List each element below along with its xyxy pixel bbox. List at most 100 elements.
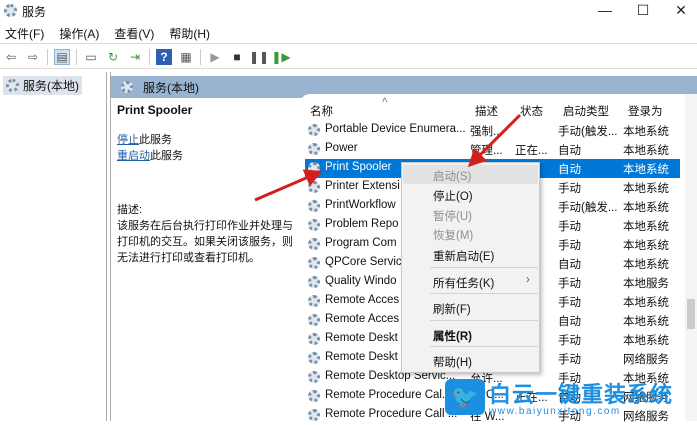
back-icon[interactable]: ⇦ [3, 49, 19, 65]
divider [430, 267, 538, 268]
service-log-on-as: 本地系统 [623, 145, 669, 157]
divider [430, 346, 538, 347]
service-gear-icon [308, 409, 320, 421]
properties-icon[interactable]: ▭ [83, 49, 99, 65]
service-startup-type: 手动(触发... [558, 202, 618, 214]
tree-item-label: 服务(本地) [23, 79, 79, 93]
service-startup-type: 自动 [558, 145, 581, 157]
service-gear-icon [308, 371, 320, 383]
menu-help[interactable]: 帮助(H) [169, 25, 210, 42]
service-gear-icon [308, 124, 320, 136]
service-startup-type: 手动(触发... [558, 126, 618, 138]
column-log-on-as[interactable]: 登录为 [628, 103, 663, 119]
service-log-on-as: 本地系统 [623, 316, 669, 328]
context-menu: 启动(S) 停止(O) 暂停(U) 恢复(M) 重新启动(E) 所有任务(K) … [401, 162, 540, 373]
export-icon[interactable]: ⇥ [127, 49, 143, 65]
divider [149, 48, 150, 65]
service-log-on-as: 本地系统 [623, 221, 669, 233]
menu-item-resume[interactable]: 恢复(M) [433, 227, 473, 243]
service-gear-icon [308, 257, 320, 269]
title-bar: 服务 — ☐ ✕ [0, 0, 697, 22]
service-gear-icon [308, 352, 320, 364]
menu-item-stop[interactable]: 停止(O) [433, 188, 473, 204]
services-icon [6, 79, 19, 92]
sort-ascending-icon: ^ [382, 97, 388, 109]
close-button[interactable]: ✕ [666, 0, 696, 22]
menu-view[interactable]: 查看(V) [114, 25, 154, 42]
menu-item-help[interactable]: 帮助(H) [433, 354, 472, 370]
service-startup-type: 手动 [558, 278, 581, 290]
service-log-on-as: 本地服务 [623, 278, 669, 290]
menu-item-pause[interactable]: 暂停(U) [433, 208, 472, 224]
column-name[interactable]: 名称 [310, 103, 333, 119]
menu-item-refresh[interactable]: 刷新(F) [433, 301, 471, 317]
service-startup-type: 手动 [558, 335, 581, 347]
menu-item-properties[interactable]: 属性(R) [433, 328, 472, 344]
vertical-scrollbar[interactable] [685, 94, 697, 421]
refresh-icon[interactable]: ↻ [105, 49, 121, 65]
service-name: Print Spooler [117, 103, 193, 117]
service-description: 强制... [470, 126, 503, 138]
divider [430, 293, 538, 294]
stop-service-icon[interactable]: ■ [229, 49, 245, 65]
submenu-arrow-icon: › [526, 274, 530, 286]
description-text: 该服务在后台执行打印作业并处理与打印机的交互。如果关闭该服务，则无法进行打印或查… [117, 220, 293, 264]
service-startup-type: 自动 [558, 164, 581, 176]
tree-item-services-local[interactable]: 服务(本地) [3, 76, 82, 95]
restart-service-icon[interactable]: ❚▶ [271, 49, 290, 65]
menu-item-start[interactable]: 启动(S) [433, 168, 471, 184]
column-startup-type[interactable]: 启动类型 [563, 103, 609, 119]
service-startup-type: 手动 [558, 354, 581, 366]
service-gear-icon [308, 219, 320, 231]
service-name: Power [325, 142, 358, 154]
service-gear-icon [308, 181, 320, 193]
action-pane-icon[interactable]: ▦ [178, 49, 194, 65]
forward-icon[interactable]: ⇨ [25, 49, 41, 65]
column-description[interactable]: 描述 [475, 103, 498, 119]
service-log-on-as: 本地系统 [623, 126, 669, 138]
scrollbar-thumb[interactable] [687, 299, 695, 329]
service-startup-type: 手动 [558, 221, 581, 233]
service-gear-icon [308, 295, 320, 307]
link-suffix: 此服务 [150, 150, 183, 162]
start-service-icon[interactable]: ▶ [207, 49, 223, 65]
divider [430, 320, 538, 321]
maximize-button[interactable]: ☐ [628, 0, 658, 22]
service-gear-icon [308, 143, 320, 155]
service-log-on-as: 本地系统 [623, 183, 669, 195]
menu-bar: 文件(F) 操作(A) 查看(V) 帮助(H) [0, 23, 697, 44]
watermark-url: www.baiyunxitong.com [489, 406, 621, 417]
watermark-title: 白云一键重装系统 [489, 382, 674, 407]
table-row[interactable]: Power 管理... 正在... 自动 本地系统 [305, 140, 680, 159]
minimize-button[interactable]: — [590, 0, 620, 22]
service-startup-type: 自动 [558, 259, 581, 271]
table-row[interactable]: Portable Device Enumera... 强制... 手动(触发... 本… [305, 121, 680, 140]
service-startup-type: 手动 [558, 183, 581, 195]
service-startup-type: 手动 [558, 297, 581, 309]
service-log-on-as: 本地系统 [623, 164, 669, 176]
divider [47, 48, 48, 65]
service-log-on-as: 本地系统 [623, 202, 669, 214]
column-status[interactable]: 状态 [520, 103, 543, 119]
service-gear-icon [308, 200, 320, 212]
menu-action[interactable]: 操作(A) [59, 25, 99, 42]
service-name: Portable Device Enumera... [325, 123, 466, 135]
help-icon[interactable]: ? [156, 48, 172, 65]
menu-file[interactable]: 文件(F) [5, 25, 44, 42]
restart-service-link[interactable]: 重启动 [117, 150, 150, 162]
divider [76, 48, 77, 65]
services-app-icon [4, 4, 17, 17]
link-suffix: 此服务 [139, 134, 172, 146]
service-log-on-as: 网络服务 [623, 354, 669, 366]
console-tree: 服务(本地) [0, 72, 107, 421]
window-title: 服务 [22, 4, 47, 19]
menu-item-all-tasks[interactable]: 所有任务(K) [433, 275, 494, 291]
stop-service-link[interactable]: 停止 [117, 134, 139, 146]
service-log-on-as: 本地系统 [623, 259, 669, 271]
service-detail: Print Spooler 停止此服务 重启动此服务 描述: 该服务在后台执行打… [117, 102, 302, 266]
pane-title: 服务(本地) [143, 80, 199, 95]
pause-service-icon[interactable]: ❚❚ [249, 49, 269, 65]
show-console-tree-icon[interactable]: ▤ [54, 48, 70, 65]
menu-item-restart[interactable]: 重新启动(E) [433, 248, 494, 264]
service-log-on-as: 本地系统 [623, 335, 669, 347]
